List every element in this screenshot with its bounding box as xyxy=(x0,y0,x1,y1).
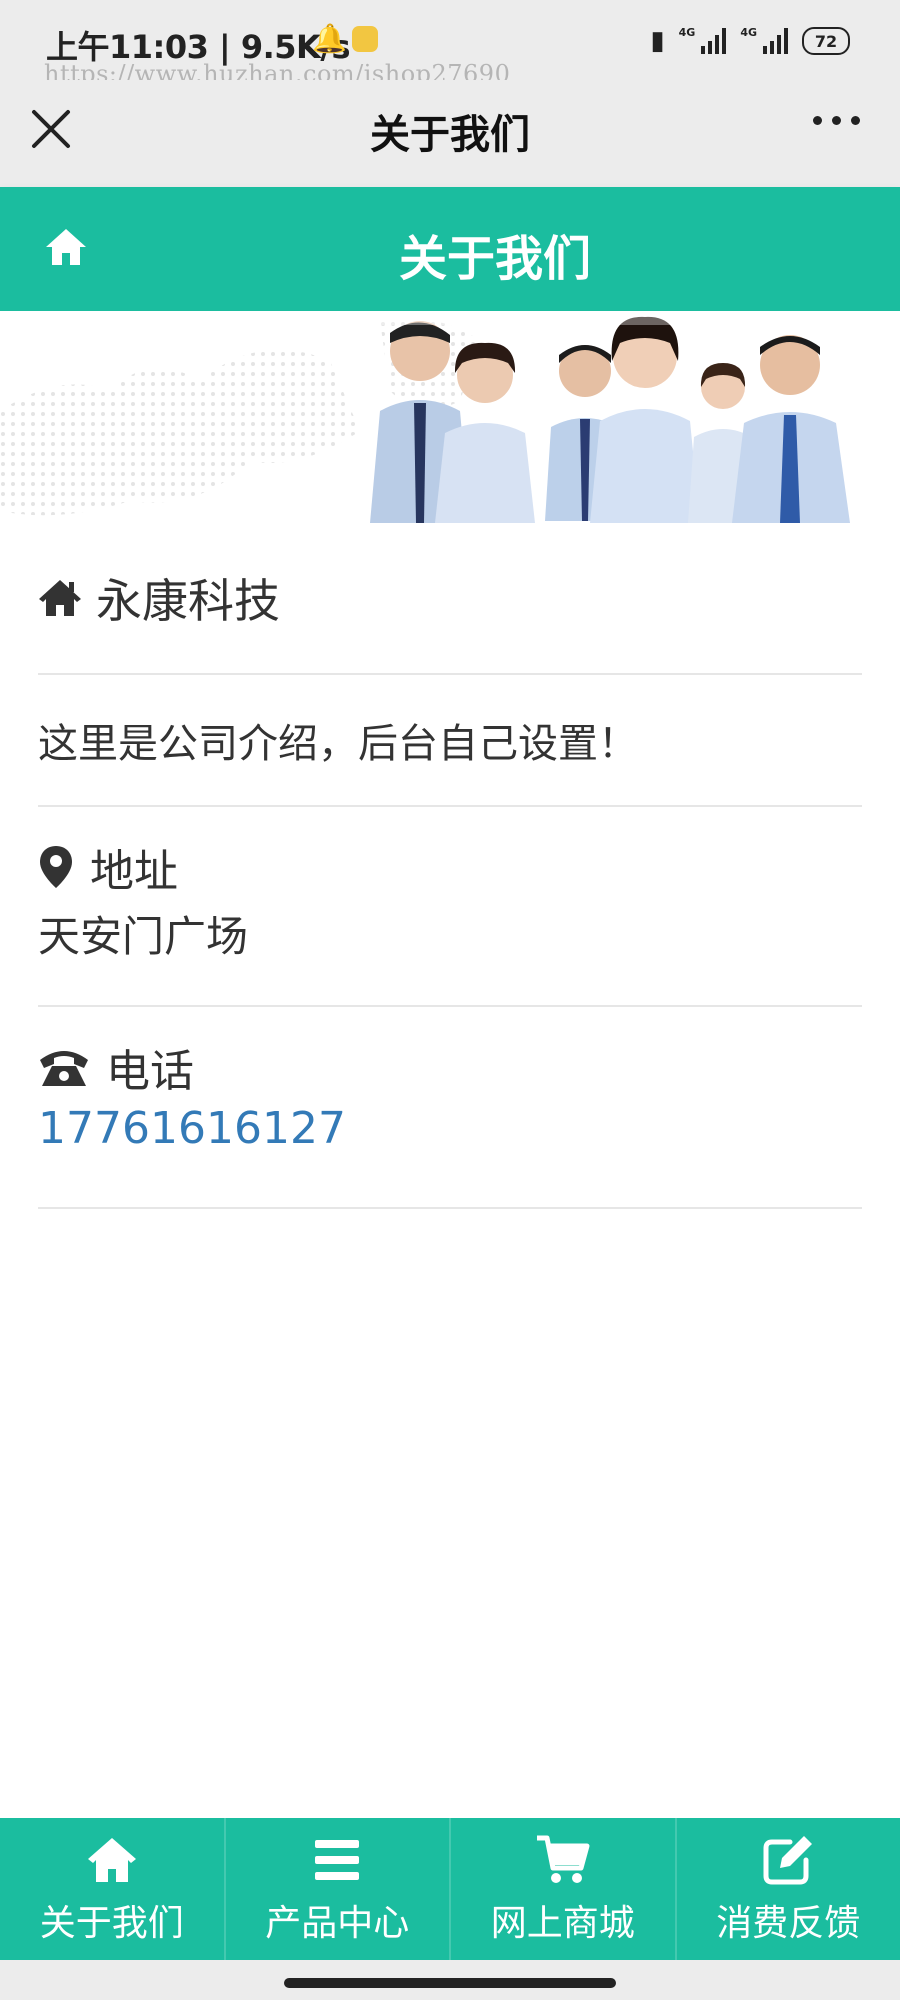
battery-icon: 72 xyxy=(802,27,850,55)
network-type-1: 4G xyxy=(678,26,696,39)
company-intro: 这里是公司介绍，后台自己设置！ xyxy=(38,721,638,767)
company-row: 永康科技 xyxy=(38,523,862,675)
status-indicators: ▮ 4G 4G 72 xyxy=(650,26,850,56)
home-indicator[interactable] xyxy=(284,1978,616,1988)
phone-number-link[interactable]: 17761616127 xyxy=(38,1103,862,1154)
navigation-bar: 关于我们 xyxy=(0,80,900,187)
app-notification-icon xyxy=(352,26,378,52)
phone-label-line: 电话 xyxy=(38,1007,862,1117)
list-icon xyxy=(315,1840,360,1880)
header-title: 关于我们 xyxy=(398,231,591,287)
tab-label: 关于我们 xyxy=(39,1903,184,1944)
team-photo-banner xyxy=(0,311,900,523)
page-title: 关于我们 xyxy=(370,112,530,158)
tab-about[interactable]: 关于我们 xyxy=(0,1818,226,1960)
map-marker-icon xyxy=(40,846,72,888)
phone-row: 电话 17761616127 xyxy=(38,1007,862,1209)
signal-icon xyxy=(763,28,788,54)
tab-feedback[interactable]: 消费反馈 xyxy=(677,1818,900,1960)
bottom-tab-bar: 关于我们 产品中心 网上商城 消费反馈 xyxy=(0,1818,900,1960)
address-label-line: 地址 xyxy=(38,807,862,917)
home-icon xyxy=(39,580,81,616)
network-type-2: 4G xyxy=(740,26,757,39)
tab-label: 产品中心 xyxy=(265,1903,410,1944)
address-label: 地址 xyxy=(90,846,178,897)
site-header: 关于我们 xyxy=(0,187,900,311)
cart-icon xyxy=(536,1835,590,1883)
tab-label: 网上商城 xyxy=(490,1903,635,1944)
bell-icon: 🔔 xyxy=(312,22,347,55)
phone-label: 电话 xyxy=(106,1046,194,1097)
tab-products[interactable]: 产品中心 xyxy=(226,1818,451,1960)
signal-icon xyxy=(701,28,727,54)
phone-icon xyxy=(40,1051,88,1086)
status-bar: 上午11:03 | 9.5K/s 🔔 https://www.huzhan.co… xyxy=(0,0,900,88)
address-value: 天安门广场 xyxy=(38,912,249,961)
tab-shop[interactable]: 网上商城 xyxy=(451,1818,677,1960)
tab-label: 消费反馈 xyxy=(716,1903,861,1944)
more-icon[interactable] xyxy=(813,116,860,125)
sim-icon: ▮ xyxy=(650,26,665,56)
company-name: 永康科技 xyxy=(96,574,280,628)
address-row: 地址 天安门广场 xyxy=(38,807,862,1007)
home-icon xyxy=(87,1838,136,1882)
edit-icon xyxy=(763,1836,813,1885)
about-content: 永康科技 这里是公司介绍，后台自己设置！ 地址 天安门广场 电话 1776161… xyxy=(38,523,862,1209)
intro-row: 这里是公司介绍，后台自己设置！ xyxy=(38,675,862,807)
